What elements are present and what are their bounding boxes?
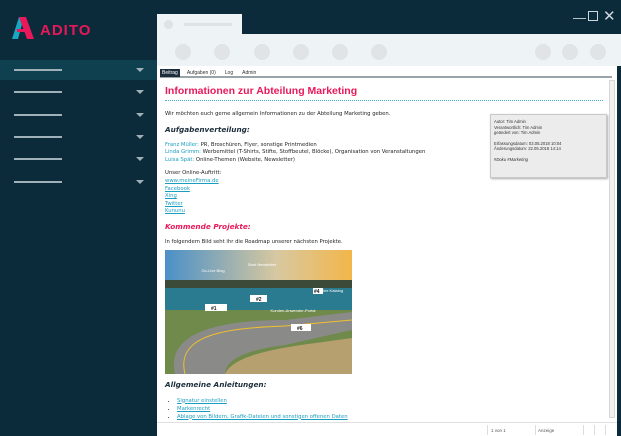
chevron-down-icon[interactable] [136,180,144,184]
adito-logo: ADITO [12,16,91,39]
tags: #Doku #Marketing [494,156,528,162]
toolbar-button[interactable] [332,44,348,60]
toolbar-button[interactable] [175,44,191,60]
toolbar [157,34,621,66]
link-twitter[interactable]: Twitter [165,201,603,209]
nav-label-placeholder [14,91,62,93]
tab-beitrag[interactable]: Beitrag [160,69,180,77]
toolbar-button[interactable] [371,44,387,60]
guides-list: Signatur einstellen Markenrecht Ablage v… [177,397,603,421]
list-item: Ablage von Bildern, Grafik-Dateien und s… [177,413,603,421]
close-icon[interactable]: ✕ [603,7,616,25]
person-name: Luisa Spät: [165,156,195,163]
flag-label: #2 [256,297,262,303]
status-bar: 1 von 1 Anzeige [157,422,617,436]
nav-label-placeholder [14,181,62,183]
logo-text: ADITO [40,22,92,39]
flag-label: #4 [314,289,320,295]
toolbar-button[interactable] [562,44,578,60]
chevron-down-icon[interactable] [136,68,144,72]
tab-log[interactable]: Log [223,69,235,77]
link-facebook[interactable]: Facebook [165,186,603,194]
tab-admin[interactable]: Admin [240,69,258,77]
sidebar-item-6[interactable] [0,172,157,192]
guide-link[interactable]: Signatur einstellen [177,398,227,404]
flag-label: #1 [211,306,217,312]
person-name: Franz Müller: [165,141,199,148]
tab-icon [164,20,173,29]
link-kununu[interactable]: Kununu [165,208,603,216]
roadmap-image: Go-Live Blog Start Newsletter Online Kat… [165,249,352,374]
toolbar-button[interactable] [254,44,270,60]
tab-bar: Beitrag Aufgaben (0) Log Admin [160,69,612,78]
task-text: Online-Themen (Website, Newsletter) [194,156,295,163]
sidebar: ADITO [0,0,157,436]
content-pane: Beitrag Aufgaben (0) Log Admin Informati… [157,66,617,422]
nav-label-placeholder [14,69,62,71]
link-website[interactable]: www.meineFirma.de [165,178,603,186]
tab-aufgaben[interactable]: Aufgaben (0) [185,69,218,77]
chevron-down-icon[interactable] [136,90,144,94]
flag-label: #6 [297,326,303,332]
projects-intro: In folgendem Bild seht ihr die Roadmap u… [165,238,343,245]
page-title: Informationen zur Abteilung Marketing [165,84,603,101]
sidebar-item-5[interactable] [0,149,157,169]
heading-projects: Kommende Projekte: [165,221,251,231]
mode-indicator: Anzeige [538,428,555,433]
toolbar-button[interactable] [590,44,606,60]
nav-label-placeholder [14,158,62,160]
list-item: Markenrecht [177,405,603,413]
sidebar-item-4[interactable] [0,127,157,147]
guide-link[interactable]: Markenrecht [177,406,210,412]
heading-guides: Allgemeine Anleitungen: [165,379,267,389]
page-indicator: 1 von 1 [491,428,506,433]
roadmap-label: Start Newsletter [248,262,277,267]
logo-icon [12,16,34,39]
sidebar-item-3[interactable] [0,105,157,125]
tab-title-placeholder [184,23,232,26]
nav-label-placeholder [14,114,62,116]
window-tab[interactable] [157,14,242,36]
guide-link[interactable]: Ablage von Bildern, Grafik-Dateien und s… [177,414,348,420]
list-item: Signatur einstellen [177,397,603,405]
nav-label-placeholder [14,136,62,138]
toolbar-button[interactable] [214,44,230,60]
info-box: Autor: Tim Admin Verantwortlich: Tim Adm… [490,114,607,178]
minimize-icon[interactable]: — [573,10,586,25]
task-text: Werbemittel (T-Shirts, Stifte, Stoffbeut… [200,149,426,156]
chevron-down-icon[interactable] [136,113,144,117]
task-text: PR, Broschüren, Flyer, sonstige Printmed… [198,141,317,148]
sidebar-item-1[interactable] [0,60,157,80]
link-xing[interactable]: Xing [165,193,603,201]
toolbar-button[interactable] [535,44,551,60]
person-name: Linda Grimm: [165,149,201,156]
chevron-down-icon[interactable] [136,157,144,161]
sidebar-item-2[interactable] [0,82,157,102]
chevron-down-icon[interactable] [136,135,144,139]
toolbar-button[interactable] [293,44,309,60]
scrollbar[interactable] [609,80,615,418]
roadmap-label: Go-Live Blog [201,268,224,273]
roadmap-label: Kunden-Anwender-Portal [271,308,316,313]
maximize-icon[interactable] [588,11,598,21]
